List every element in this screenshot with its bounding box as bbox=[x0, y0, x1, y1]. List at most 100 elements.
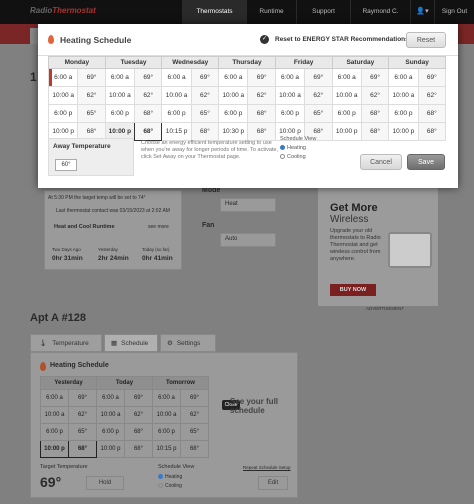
user-menu-icon[interactable]: 👤▾ bbox=[410, 0, 434, 24]
temp-cell[interactable]: 69° bbox=[190, 68, 220, 87]
tab-settings[interactable]: ⚙ Settings bbox=[160, 334, 216, 352]
time-cell[interactable]: 10:00 a bbox=[104, 86, 136, 105]
nav-runtime[interactable]: Runtime bbox=[246, 0, 296, 24]
mini-time-cell[interactable]: 10:15 p bbox=[152, 440, 181, 458]
time-cell[interactable]: 6:00 p bbox=[161, 104, 192, 123]
mini-time-cell[interactable]: 10:00 a bbox=[40, 406, 69, 424]
mini-temp-cell[interactable]: 68° bbox=[124, 423, 153, 441]
temp-cell[interactable]: 62° bbox=[247, 86, 276, 105]
temp-cell[interactable]: 62° bbox=[360, 86, 390, 105]
time-cell[interactable]: 6:00 a bbox=[104, 68, 136, 87]
temp-cell[interactable]: 69° bbox=[247, 68, 276, 87]
mini-temp-cell[interactable]: 65° bbox=[68, 423, 97, 441]
time-cell[interactable]: 6:00 p bbox=[47, 104, 79, 123]
mini-temp-cell[interactable]: 69° bbox=[68, 389, 97, 407]
mini-temp-cell[interactable]: 62° bbox=[68, 406, 97, 424]
brand-logo[interactable]: RadioThermostat bbox=[30, 6, 96, 15]
hold-button[interactable]: Hold bbox=[86, 476, 124, 490]
time-cell[interactable]: 6:00 a bbox=[47, 68, 79, 87]
sv-heating[interactable]: Heating bbox=[158, 474, 182, 480]
mini-time-cell[interactable]: 6:00 p bbox=[152, 423, 181, 441]
time-cell[interactable]: 6:00 p bbox=[104, 104, 136, 123]
away-temp-label: Away Temperature bbox=[53, 143, 111, 150]
nav-thermostats[interactable]: Thermostats bbox=[182, 0, 246, 24]
mini-time-cell[interactable]: 10:00 a bbox=[96, 406, 125, 424]
mini-temp-cell[interactable]: 69° bbox=[180, 389, 209, 407]
temp-cell[interactable]: 68° bbox=[417, 104, 447, 123]
away-temp-input[interactable]: 60° bbox=[55, 159, 77, 171]
mini-temp-cell[interactable]: 69° bbox=[124, 389, 153, 407]
mini-time-cell[interactable]: 6:00 a bbox=[152, 389, 181, 407]
temp-cell[interactable]: 69° bbox=[360, 68, 390, 87]
time-cell[interactable]: 6:00 a bbox=[331, 68, 362, 87]
temp-cell[interactable]: 65° bbox=[77, 104, 106, 123]
mini-time-cell[interactable]: 10:00 p bbox=[40, 440, 69, 458]
time-cell[interactable]: 10:00 a bbox=[274, 86, 306, 105]
radio-cooling[interactable]: Cooling bbox=[280, 154, 306, 160]
time-cell[interactable]: 6:00 p bbox=[331, 104, 362, 123]
mini-temp-cell[interactable]: 68° bbox=[124, 440, 153, 458]
time-cell[interactable]: 6:00 p bbox=[218, 104, 249, 123]
mini-time-cell[interactable]: 6:00 a bbox=[40, 389, 69, 407]
temp-cell[interactable]: 62° bbox=[77, 86, 106, 105]
tab-temperature[interactable]: 🌡 Temperature bbox=[30, 334, 102, 352]
mini-day-header: Tomorrow bbox=[152, 376, 209, 390]
temp-cell[interactable]: 69° bbox=[77, 68, 106, 87]
away-temp-box: Away Temperature 60° bbox=[48, 138, 134, 176]
edit-button[interactable]: Edit bbox=[258, 476, 288, 490]
full-schedule-link[interactable]: See your full schedule bbox=[230, 397, 290, 415]
temp-cell[interactable]: 62° bbox=[134, 86, 163, 105]
temp-cell[interactable]: 69° bbox=[134, 68, 163, 87]
time-cell[interactable]: 10:00 a bbox=[388, 86, 419, 105]
temp-cell[interactable]: 62° bbox=[190, 86, 220, 105]
time-cell[interactable]: 6:00 p bbox=[388, 104, 419, 123]
temp-cell[interactable]: 62° bbox=[417, 86, 447, 105]
mini-temp-cell[interactable]: 65° bbox=[180, 423, 209, 441]
temp-cell[interactable]: 62° bbox=[304, 86, 333, 105]
time-cell[interactable]: 6:00 a bbox=[161, 68, 192, 87]
time-cell[interactable]: 6:00 p bbox=[274, 104, 306, 123]
time-cell[interactable]: 10:00 a bbox=[218, 86, 249, 105]
time-cell[interactable]: 6:00 a bbox=[218, 68, 249, 87]
mini-temp-cell[interactable]: 68° bbox=[68, 440, 97, 458]
mini-temp-cell[interactable]: 68° bbox=[180, 440, 209, 458]
mini-temp-cell[interactable]: 62° bbox=[180, 406, 209, 424]
check-icon[interactable]: ✓ bbox=[260, 35, 269, 44]
sv-cooling[interactable]: Cooling bbox=[158, 483, 182, 489]
mini-time-cell[interactable]: 6:00 p bbox=[96, 423, 125, 441]
radio-heating[interactable]: Heating bbox=[280, 145, 306, 151]
temp-cell[interactable]: 65° bbox=[304, 104, 333, 123]
save-button[interactable]: Save bbox=[407, 154, 445, 170]
advertisement[interactable]: Get More Wireless Upgrade your old therm… bbox=[318, 188, 438, 306]
mini-time-cell[interactable]: 6:00 a bbox=[96, 389, 125, 407]
time-cell[interactable]: 10:00 a bbox=[47, 86, 79, 105]
cancel-button[interactable]: Cancel bbox=[360, 154, 402, 170]
temp-cell[interactable]: 68° bbox=[360, 104, 390, 123]
temp-cell[interactable]: 69° bbox=[304, 68, 333, 87]
day-header: Saturday bbox=[331, 56, 390, 69]
time-cell[interactable]: 10:00 a bbox=[161, 86, 192, 105]
mini-time-cell[interactable]: 10:00 p bbox=[96, 440, 125, 458]
mini-time-cell[interactable]: 6:00 p bbox=[40, 423, 69, 441]
energy-star-reset-label[interactable]: Reset to ENERGY STAR Recommendations bbox=[275, 36, 409, 43]
ad-subtitle: Wireless bbox=[330, 214, 369, 225]
temp-cell[interactable]: 69° bbox=[417, 68, 447, 87]
mini-temp-cell[interactable]: 62° bbox=[124, 406, 153, 424]
nav-user-name[interactable]: Raymond C. bbox=[350, 0, 410, 24]
time-cell[interactable]: 6:00 a bbox=[388, 68, 419, 87]
temp-cell[interactable]: 68° bbox=[247, 104, 276, 123]
reset-button[interactable]: Reset bbox=[406, 32, 446, 48]
repeat-schedule-link[interactable]: Repeat Schedule Setup bbox=[243, 465, 291, 470]
buy-now-button[interactable]: BUY NOW bbox=[330, 284, 376, 296]
temp-cell[interactable]: 65° bbox=[190, 104, 220, 123]
temp-cell[interactable]: 68° bbox=[134, 104, 163, 123]
tab-schedule[interactable]: ▦ Schedule bbox=[104, 334, 158, 352]
nav-support[interactable]: Support bbox=[296, 0, 350, 24]
nav-sign-out[interactable]: Sign Out bbox=[434, 0, 474, 24]
time-cell[interactable]: 10:00 a bbox=[331, 86, 362, 105]
mini-time-cell[interactable]: 10:00 a bbox=[152, 406, 181, 424]
see-more-link[interactable]: see more bbox=[148, 224, 169, 230]
status-line: At 5:30 PM the target temp will be set t… bbox=[48, 195, 146, 201]
runtime-col-2: Today (so far) bbox=[142, 247, 170, 252]
time-cell[interactable]: 6:00 a bbox=[274, 68, 306, 87]
